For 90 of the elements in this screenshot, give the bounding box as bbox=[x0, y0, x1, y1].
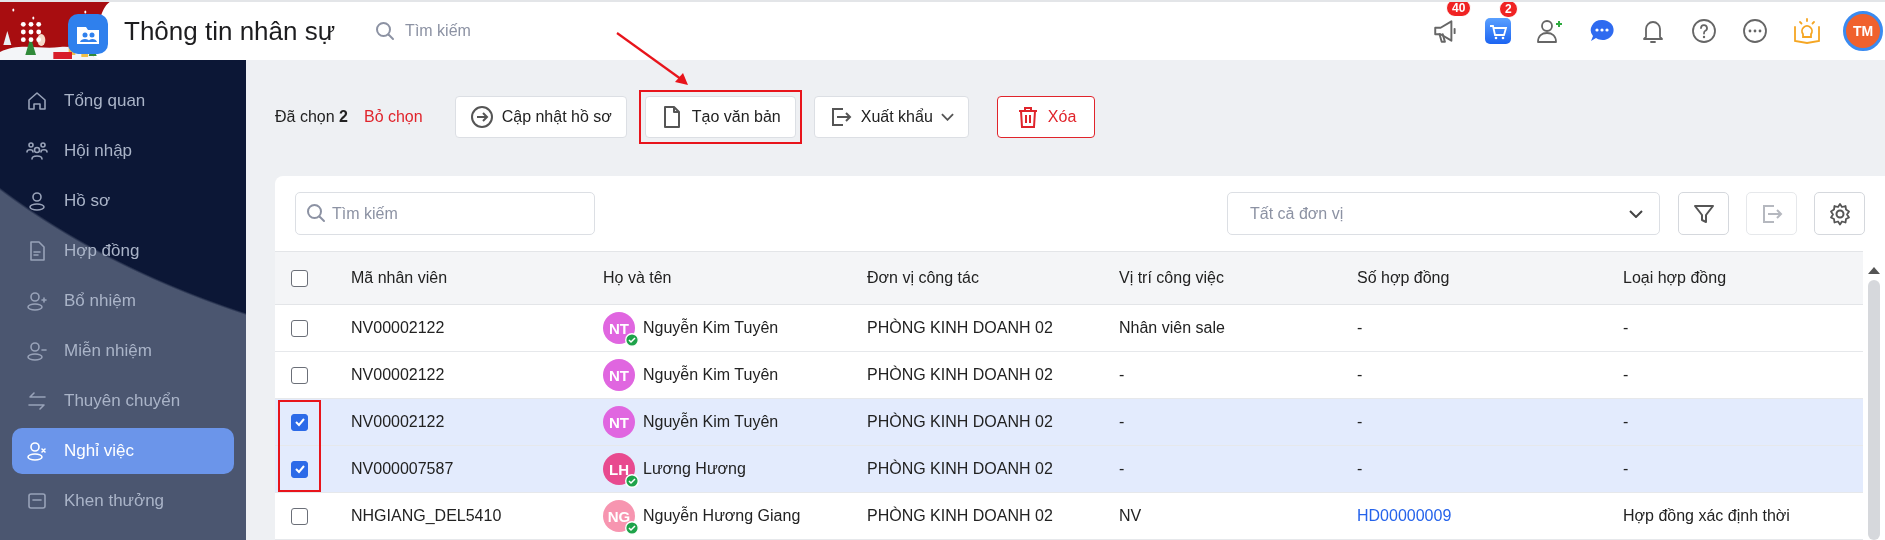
column-header: Số hợp đồng bbox=[1356, 251, 1622, 305]
table-cell: - bbox=[1357, 460, 1363, 477]
table-cell: PHÒNG KINH DOANH 02 bbox=[866, 445, 1118, 493]
table-cell: NV00002122 bbox=[350, 398, 602, 446]
arrow-circle-icon bbox=[469, 105, 494, 129]
column-header: Vị trí công việc bbox=[1118, 251, 1356, 305]
table-cell: - bbox=[1357, 413, 1363, 430]
more-icon[interactable] bbox=[1742, 18, 1768, 44]
contract-link[interactable]: HD00000009 bbox=[1357, 507, 1452, 524]
table-cell: - bbox=[1118, 351, 1356, 399]
app-grid-icon[interactable] bbox=[20, 21, 42, 43]
search-icon bbox=[375, 21, 396, 41]
avatar: NT bbox=[603, 359, 635, 391]
table-cell: - bbox=[1622, 398, 1863, 446]
verified-icon bbox=[625, 521, 639, 535]
checkbox[interactable] bbox=[291, 460, 308, 478]
checkbox[interactable] bbox=[291, 366, 308, 384]
table-cell: - bbox=[1622, 445, 1863, 493]
swap-icon bbox=[26, 390, 48, 412]
table-cell: NV00002122 bbox=[350, 304, 602, 352]
filter-button[interactable] bbox=[1678, 192, 1729, 235]
sidebar-item[interactable]: Khen thưởng bbox=[12, 478, 234, 524]
table-cell: PHÒNG KINH DOANH 02 bbox=[866, 351, 1118, 399]
table-cell: Nguyễn Hương Giang bbox=[643, 507, 801, 525]
export-button[interactable]: Xuất khẩu bbox=[813, 96, 969, 138]
user-plus-icon bbox=[26, 290, 48, 312]
verified-icon bbox=[625, 333, 639, 347]
search-field[interactable]: Tìm kiếm bbox=[295, 192, 595, 235]
sidebar-item[interactable]: Thuyên chuyển bbox=[12, 378, 234, 424]
table-cell: - bbox=[1118, 398, 1356, 446]
selection-count: Đã chọn 2 bbox=[275, 108, 348, 126]
table-cell: - bbox=[1357, 319, 1363, 336]
user-plus-icon[interactable] bbox=[1536, 17, 1564, 45]
table-cell: PHÒNG KINH DOANH 02 bbox=[866, 398, 1118, 446]
sidebar-item[interactable]: Nghỉ việc bbox=[12, 428, 234, 474]
table-cell: Nguyễn Kim Tuyên bbox=[643, 319, 779, 337]
table-cell: Nguyễn Kim Tuyên bbox=[643, 413, 779, 431]
table-cell: PHÒNG KINH DOANH 02 bbox=[866, 304, 1118, 352]
sidebar-item[interactable]: Tổng quan bbox=[12, 78, 234, 124]
search-icon bbox=[306, 203, 326, 223]
chevron-down-icon bbox=[940, 113, 954, 121]
table-cell: NV bbox=[1118, 492, 1356, 540]
home-icon bbox=[26, 90, 48, 112]
sidebar-item[interactable]: Miễn nhiệm bbox=[12, 328, 234, 374]
user-x-icon bbox=[26, 440, 48, 462]
people-icon bbox=[26, 140, 48, 162]
delete-button[interactable]: Xóa bbox=[996, 96, 1096, 138]
verified-icon bbox=[625, 474, 639, 488]
user-avatar[interactable]: TM bbox=[1843, 11, 1883, 51]
sidebar-item[interactable]: Hợp đồng bbox=[12, 228, 234, 274]
column-header: Loại hợp đồng bbox=[1622, 251, 1863, 305]
count-badge: 40 bbox=[1446, 2, 1472, 17]
cart-icon[interactable] bbox=[1485, 18, 1511, 44]
settings-button[interactable] bbox=[1814, 192, 1865, 235]
table-cell: NHGIANG_DEL5410 bbox=[350, 492, 602, 540]
table-cell: NV00002122 bbox=[350, 351, 602, 399]
sidebar-item[interactable]: Bổ nhiệm bbox=[12, 278, 234, 324]
avatar: NT bbox=[603, 406, 635, 438]
table-cell: Nhân viên sale bbox=[1118, 304, 1356, 352]
table-cell: - bbox=[1118, 445, 1356, 493]
clear-selection-link[interactable]: Bỏ chọn bbox=[363, 108, 423, 126]
user-icon bbox=[26, 190, 48, 212]
sidebar-item[interactable]: Hội nhập bbox=[12, 128, 234, 174]
page-title: Thông tin nhân sự bbox=[124, 15, 336, 47]
award-icon bbox=[26, 490, 48, 512]
app-logo-icon bbox=[68, 14, 108, 54]
column-header: Họ và tên bbox=[602, 251, 866, 305]
checkbox[interactable] bbox=[291, 319, 308, 337]
table-cell: Lương Hương bbox=[643, 460, 746, 478]
checkbox[interactable] bbox=[291, 507, 308, 525]
checkbox[interactable] bbox=[291, 413, 308, 431]
table-cell: PHÒNG KINH DOANH 02 bbox=[866, 492, 1118, 540]
column-header: Mã nhân viên bbox=[350, 251, 602, 305]
user-minus-icon bbox=[26, 340, 48, 362]
chevron-down-icon bbox=[1629, 209, 1643, 218]
update-profile-button[interactable]: Cập nhật hồ sơ bbox=[454, 96, 627, 138]
column-header: Đơn vị công tác bbox=[866, 251, 1118, 305]
sidebar-item[interactable]: Hồ sơ bbox=[12, 178, 234, 224]
search-field[interactable]: Tìm kiếm bbox=[403, 21, 568, 41]
count-badge: 2 bbox=[1499, 2, 1518, 18]
unit-dropdown[interactable]: Tất cả đơn vị bbox=[1227, 192, 1660, 235]
table-cell: Nguyễn Kim Tuyên bbox=[643, 366, 779, 384]
table-cell: - bbox=[1357, 366, 1363, 383]
create-document-button[interactable]: Tạo văn bản bbox=[644, 96, 796, 138]
checkbox[interactable] bbox=[291, 269, 308, 287]
bell-icon[interactable] bbox=[1640, 18, 1666, 44]
chat-icon[interactable] bbox=[1589, 18, 1615, 44]
help-icon[interactable] bbox=[1691, 18, 1717, 44]
table-cell: NV000007587 bbox=[350, 445, 602, 493]
settings-icon bbox=[1827, 201, 1852, 226]
